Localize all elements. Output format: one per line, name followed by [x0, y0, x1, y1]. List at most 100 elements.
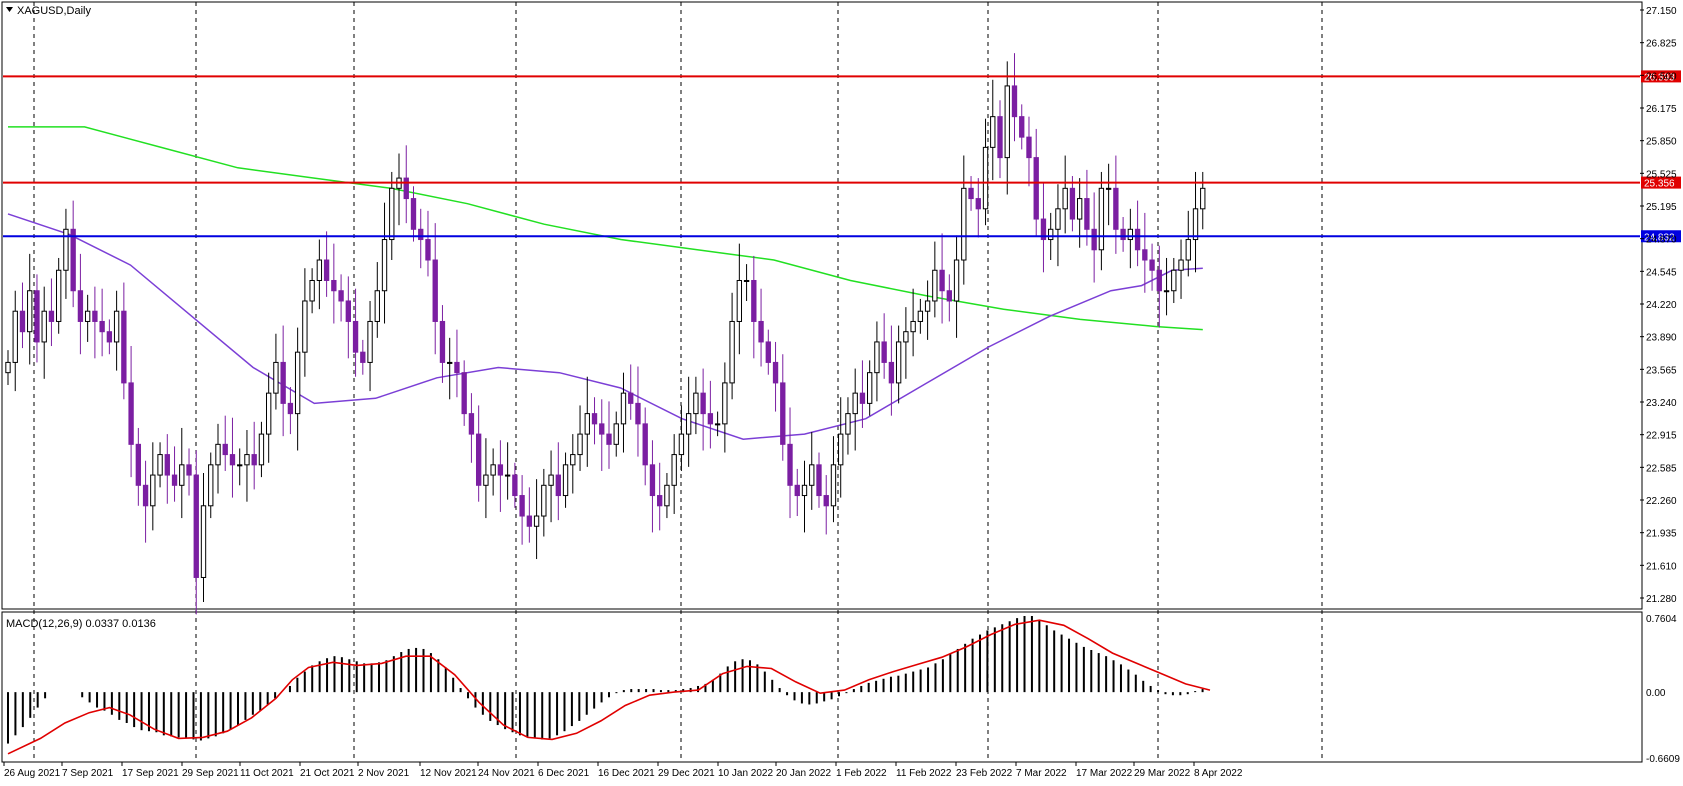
candle-body	[946, 290, 952, 302]
candle-body	[751, 279, 757, 322]
time-tick-label: 29 Mar 2022	[1134, 768, 1191, 779]
candle-body	[874, 341, 880, 374]
candle-body	[447, 361, 453, 364]
candle-body	[461, 372, 467, 415]
time-tick-label: 2 Nov 2021	[358, 768, 410, 779]
candle-body	[519, 495, 525, 517]
candle-body	[722, 382, 728, 425]
candle-body	[1055, 208, 1061, 230]
macd-label: MACD(12,26,9) 0.0337 0.0136	[6, 618, 156, 630]
candle-body	[1105, 187, 1112, 190]
time-tick-label: 29 Sep 2021	[182, 768, 239, 779]
candle-body	[910, 320, 916, 333]
candle-body	[135, 443, 142, 486]
candle-body	[780, 382, 786, 445]
candle-body	[1091, 228, 1097, 251]
candle-body	[852, 392, 858, 415]
candle-body	[801, 484, 808, 497]
symbol-label-group: XAGUSD,Daily	[6, 5, 91, 17]
price-tick-label: 25.525	[1646, 169, 1677, 180]
candle-body	[352, 320, 359, 353]
candle-body	[685, 413, 692, 435]
candle-body	[765, 341, 771, 363]
candle-body	[1069, 187, 1076, 220]
candle-body	[1084, 198, 1090, 230]
candle-body	[620, 392, 627, 425]
time-tick-label: 24 Nov 2021	[478, 768, 535, 779]
candle-body	[244, 454, 250, 466]
candle-body	[787, 443, 793, 486]
price-tick-label: 24.545	[1646, 267, 1677, 278]
price-tick-label: 26.825	[1646, 39, 1677, 50]
candle-body	[671, 454, 677, 486]
candle-body	[1026, 136, 1032, 159]
candle-body	[432, 259, 438, 322]
time-tick-label: 7 Mar 2022	[1016, 768, 1067, 779]
candle-body	[816, 464, 822, 497]
candle-body	[990, 116, 996, 148]
time-tick-label: 6 Dec 2021	[538, 768, 590, 779]
candle-body	[323, 259, 330, 281]
candle-body	[164, 454, 170, 476]
candle-body	[845, 413, 851, 435]
candle-body	[425, 239, 431, 261]
candle-body	[591, 413, 598, 425]
candle-body	[924, 300, 931, 312]
price-tick-label: 24.220	[1646, 300, 1677, 311]
price-tick-label: 21.610	[1646, 561, 1677, 572]
candle-body	[1011, 85, 1018, 118]
candle-body	[657, 495, 663, 507]
candle-body	[635, 402, 641, 425]
price-tick-label: 26.175	[1646, 104, 1677, 115]
candle-body	[12, 310, 18, 363]
candle-body	[599, 423, 605, 435]
candle-body	[77, 290, 84, 322]
candle-body	[381, 239, 388, 292]
candle-body	[932, 269, 938, 302]
chart-window[interactable]: 26.393 25.356 24.832 27.150 26.825 26.500 26.…	[0, 0, 1683, 781]
candle-body	[48, 310, 55, 322]
candle-body	[678, 433, 685, 456]
candle-body	[794, 484, 800, 497]
candle-body	[410, 198, 417, 230]
candle-body	[92, 310, 98, 322]
chart-canvas[interactable]: 26.39325.35624.832 27.15026.82526.50026.…	[0, 0, 1683, 781]
macd-tick-label: -0.6609	[1646, 754, 1680, 765]
candle-body	[5, 361, 11, 374]
candle-body	[1076, 198, 1083, 220]
candle-body	[157, 454, 163, 476]
candle-body	[729, 320, 735, 384]
candle-body	[541, 484, 547, 517]
price-tick-label: 24.870	[1646, 235, 1677, 246]
time-tick-label: 8 Apr 2022	[1194, 768, 1243, 779]
candle-body	[830, 464, 837, 507]
candle-body	[1033, 157, 1039, 220]
candle-body	[237, 464, 243, 467]
candle-body	[287, 402, 294, 415]
candle-body	[606, 433, 612, 445]
time-tick-label: 17 Sep 2021	[122, 768, 179, 779]
chart-background	[0, 0, 1683, 781]
time-tick-label: 16 Dec 2021	[598, 768, 655, 779]
candle-body	[1048, 228, 1054, 241]
symbol-label: XAGUSD,Daily	[17, 5, 91, 17]
candle-body	[1171, 269, 1177, 292]
candle-body	[714, 423, 721, 426]
candle-body	[19, 310, 26, 333]
candle-body	[939, 269, 945, 292]
candle-body	[642, 423, 648, 466]
candle-body	[1120, 228, 1126, 241]
candle-body	[504, 474, 511, 477]
time-tick-label: 10 Jan 2022	[718, 768, 773, 779]
candle-body	[294, 351, 301, 415]
time-tick-label: 17 Mar 2022	[1076, 768, 1133, 779]
candle-body	[439, 320, 446, 363]
candle-body	[758, 320, 764, 343]
time-tick-label: 23 Feb 2022	[956, 768, 1013, 779]
price-tick-label: 23.565	[1646, 365, 1677, 376]
candle-body	[613, 423, 619, 445]
candle-body	[693, 392, 699, 415]
candle-body	[374, 290, 380, 322]
price-tick-label: 23.890	[1646, 333, 1677, 344]
candle-body	[859, 392, 866, 404]
